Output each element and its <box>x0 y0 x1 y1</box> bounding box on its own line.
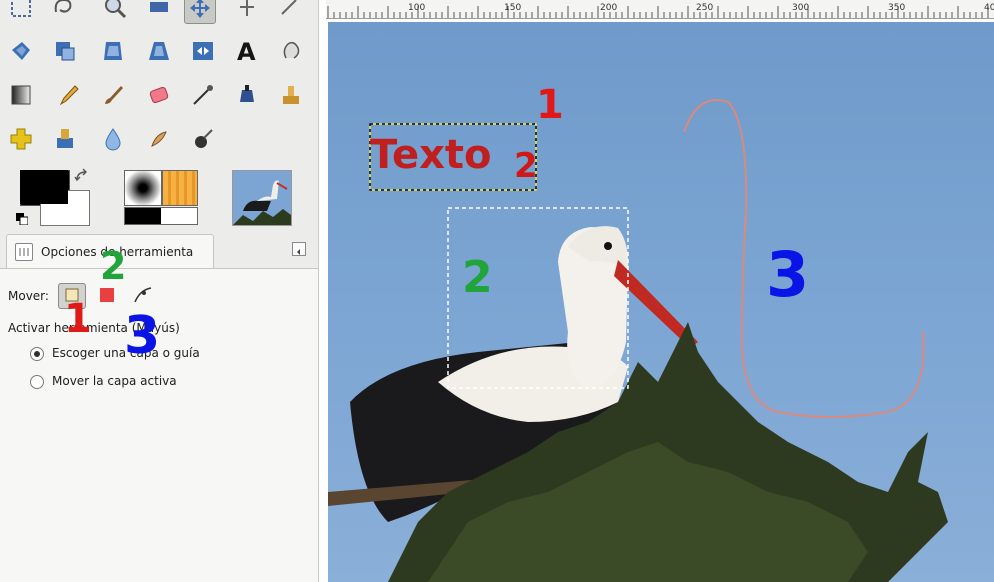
ruler-label: 100 <box>408 3 425 13</box>
canvas-annotation-1-red: 1 <box>536 82 564 128</box>
tool-lasso-icon[interactable] <box>48 0 78 22</box>
tool-align-icon[interactable] <box>232 0 262 22</box>
tool-options-tab-icon <box>15 243 33 261</box>
tool-clone-transform-icon[interactable] <box>276 36 306 66</box>
tool-zoom-icon[interactable] <box>100 0 130 22</box>
foreground-color-swatch-front <box>20 170 68 204</box>
move-label: Mover: <box>8 289 49 303</box>
radio-move-active-layer[interactable] <box>30 375 44 389</box>
move-path-button[interactable] <box>132 284 154 306</box>
annotation-2-green: 2 <box>100 244 127 288</box>
reset-colors-icon[interactable] <box>16 210 29 226</box>
canvas-annotation-3-blue: 3 <box>766 238 810 311</box>
tool-smudge-icon[interactable] <box>144 124 174 154</box>
tool-text-icon[interactable]: A <box>232 36 262 66</box>
ruler-ticks: 100 150 200 250 300 350 400 <box>327 3 994 18</box>
pattern-preview[interactable] <box>162 170 198 206</box>
toolbox-panel: A Opciones de herramienta Mover: Activar… <box>0 0 319 582</box>
tool-rect-select-icon[interactable] <box>6 0 36 22</box>
tool-eraser-icon[interactable] <box>144 80 174 110</box>
tool-rotate-icon[interactable] <box>6 36 36 66</box>
tool-blend-icon[interactable] <box>6 80 36 110</box>
move-selection-button[interactable] <box>98 286 116 304</box>
tool-dodge-burn-icon[interactable] <box>188 124 218 154</box>
tool-blur-icon[interactable] <box>98 124 128 154</box>
radio-pick-layer[interactable] <box>30 347 44 361</box>
tool-perspective-clone-icon[interactable] <box>50 124 80 154</box>
canvas-area: 100 150 200 250 300 350 400 Texto 1 2 2 3 <box>320 0 994 582</box>
annotation-1-red: 1 <box>64 296 92 342</box>
canvas-annotation-2-green: 2 <box>462 252 493 303</box>
tool-scale-icon[interactable] <box>50 36 80 66</box>
gradient-preview[interactable] <box>124 207 198 225</box>
image-canvas[interactable]: Texto 1 2 2 3 <box>328 22 994 582</box>
annotation-3-blue: 3 <box>124 306 161 366</box>
tool-measure-icon[interactable] <box>144 0 174 22</box>
stork-photo <box>328 99 948 582</box>
horizontal-ruler[interactable]: 100 150 200 250 300 350 400 <box>326 0 994 19</box>
ruler-label: 250 <box>696 3 713 13</box>
brush-preview[interactable] <box>124 170 162 206</box>
ruler-label: 350 <box>888 3 905 13</box>
svg-text:A: A <box>237 38 256 64</box>
ruler-label: 200 <box>600 3 617 13</box>
tool-crop-icon[interactable] <box>276 0 306 22</box>
text-layer-content: Texto <box>370 132 492 178</box>
swap-colors-icon[interactable] <box>74 168 90 184</box>
tool-shear-icon[interactable] <box>98 36 128 66</box>
tool-heal-icon[interactable] <box>6 124 36 154</box>
ruler-label: 300 <box>792 3 809 13</box>
tool-paintbrush-icon[interactable] <box>98 80 128 110</box>
canvas-annotation-2-red: 2 <box>514 146 538 186</box>
tool-move-icon[interactable] <box>184 0 216 24</box>
radio-move-active-layer-label: Mover la capa activa <box>52 374 177 388</box>
stork-eye <box>604 242 612 250</box>
tool-pencil-icon[interactable] <box>54 80 84 110</box>
tool-ink-icon[interactable] <box>232 80 262 110</box>
ruler-label: 150 <box>504 3 521 13</box>
tool-perspective-icon[interactable] <box>144 36 174 66</box>
tool-airbrush-icon[interactable] <box>188 80 218 110</box>
tool-clone-icon[interactable] <box>276 80 306 110</box>
tab-menu-icon[interactable] <box>292 242 306 256</box>
tool-flip-icon[interactable] <box>188 36 218 66</box>
active-image-thumbnail[interactable] <box>232 170 292 226</box>
ruler-label: 400 <box>984 3 994 13</box>
